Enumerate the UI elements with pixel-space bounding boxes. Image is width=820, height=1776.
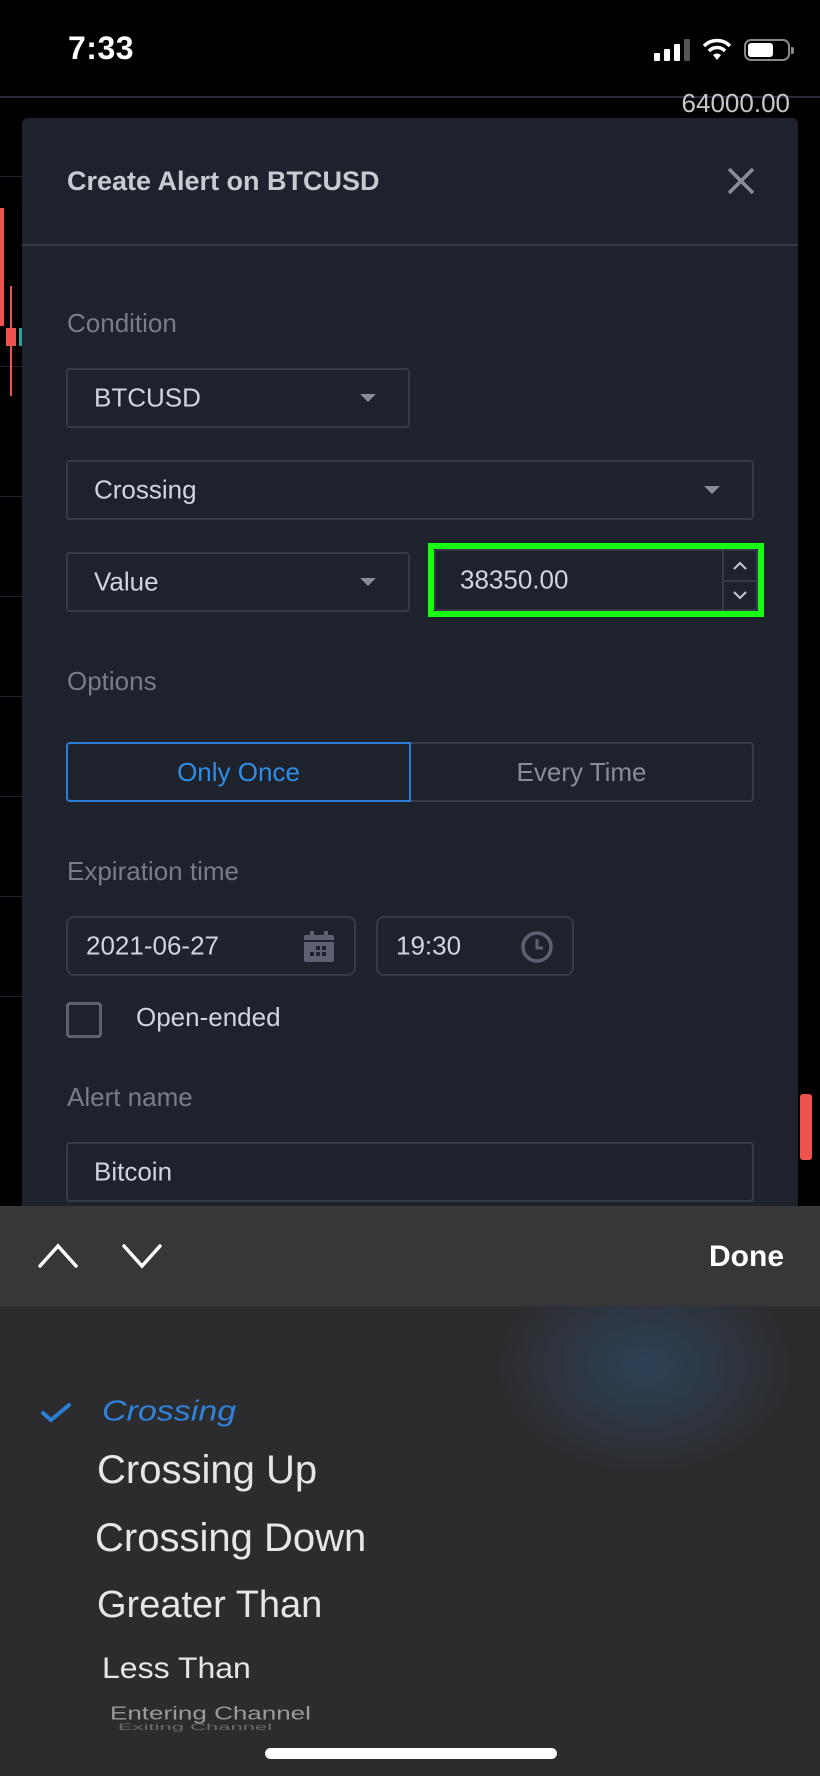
chevron-down-icon bbox=[704, 486, 720, 494]
trigger-frequency-toggle: Only Once Every Time bbox=[66, 742, 754, 802]
condition-select-value: Crossing bbox=[94, 474, 197, 505]
symbol-select[interactable]: BTCUSD bbox=[66, 368, 410, 428]
grid-line bbox=[0, 896, 22, 897]
increment-button[interactable] bbox=[724, 551, 756, 582]
checkmark-icon bbox=[41, 1403, 71, 1423]
clock-icon[interactable] bbox=[520, 930, 554, 964]
value-stepper bbox=[722, 551, 756, 609]
expiration-time-input[interactable]: 19:30 bbox=[376, 916, 574, 976]
home-indicator[interactable] bbox=[265, 1748, 557, 1759]
battery-icon bbox=[744, 39, 794, 61]
picker-option-crossing-up[interactable]: Crossing Up bbox=[97, 1448, 317, 1493]
price-axis-label: 64000.00 bbox=[681, 88, 790, 118]
calendar-icon[interactable] bbox=[302, 930, 336, 964]
chevron-down-icon bbox=[733, 590, 747, 599]
grid-line bbox=[0, 176, 22, 177]
grid-line bbox=[0, 696, 22, 697]
open-ended-checkbox[interactable] bbox=[66, 1002, 102, 1038]
picker-option-crossing[interactable]: Crossing bbox=[102, 1395, 236, 1428]
expiration-label: Expiration time bbox=[67, 856, 239, 886]
chevron-down-icon bbox=[360, 394, 376, 402]
expiration-date-input[interactable]: 2021-06-27 bbox=[66, 916, 356, 976]
target-type-select-value: Value bbox=[94, 566, 159, 597]
value-input-text: 38350.00 bbox=[460, 564, 569, 595]
value-input[interactable]: 38350.00 bbox=[434, 549, 758, 611]
cellular-signal-icon bbox=[654, 39, 690, 61]
picker-toolbar: Done bbox=[0, 1206, 820, 1306]
symbol-select-value: BTCUSD bbox=[94, 382, 201, 413]
dialog-header: Create Alert on BTCUSD bbox=[22, 118, 798, 246]
grid-line bbox=[0, 796, 22, 797]
status-icons bbox=[654, 38, 794, 62]
dialog-title: Create Alert on BTCUSD bbox=[67, 166, 380, 196]
price-marker bbox=[800, 1094, 812, 1160]
option-every-time[interactable]: Every Time bbox=[411, 742, 754, 802]
next-field-icon[interactable] bbox=[120, 1238, 164, 1274]
candle bbox=[6, 328, 16, 346]
picker-option-exiting-channel[interactable]: Exiting Channel bbox=[118, 1722, 272, 1732]
grid-line bbox=[0, 496, 22, 497]
target-type-select[interactable]: Value bbox=[66, 552, 410, 612]
candle bbox=[0, 208, 4, 326]
grid-line bbox=[0, 996, 22, 997]
expiration-time-value: 19:30 bbox=[396, 930, 462, 961]
wifi-icon bbox=[702, 38, 732, 60]
previous-field-icon[interactable] bbox=[36, 1238, 80, 1274]
alert-name-label: Alert name bbox=[67, 1082, 193, 1112]
picker-option-less-than[interactable]: Less Than bbox=[102, 1651, 251, 1685]
decrement-button[interactable] bbox=[724, 580, 756, 609]
create-alert-dialog: Create Alert on BTCUSD Condition BTCUSD … bbox=[22, 118, 798, 1218]
alert-name-value: Bitcoin bbox=[94, 1156, 173, 1187]
done-button[interactable]: Done bbox=[709, 1240, 784, 1274]
expiration-date-value: 2021-06-27 bbox=[86, 930, 219, 961]
chevron-up-icon bbox=[733, 561, 747, 570]
chevron-down-icon bbox=[360, 578, 376, 586]
picker-option-crossing-down[interactable]: Crossing Down bbox=[95, 1516, 366, 1561]
condition-label: Condition bbox=[67, 308, 177, 338]
option-only-once[interactable]: Only Once bbox=[66, 742, 411, 802]
status-bar: 7:33 bbox=[0, 0, 820, 96]
condition-select[interactable]: Crossing bbox=[66, 460, 754, 520]
open-ended-label: Open-ended bbox=[136, 1002, 281, 1032]
options-label: Options bbox=[67, 666, 157, 696]
close-icon[interactable] bbox=[724, 164, 758, 198]
grid-line bbox=[0, 596, 22, 597]
status-time: 7:33 bbox=[68, 30, 135, 66]
picker-option-greater-than[interactable]: Greater Than bbox=[97, 1584, 322, 1627]
alert-name-input[interactable]: Bitcoin bbox=[66, 1142, 754, 1202]
